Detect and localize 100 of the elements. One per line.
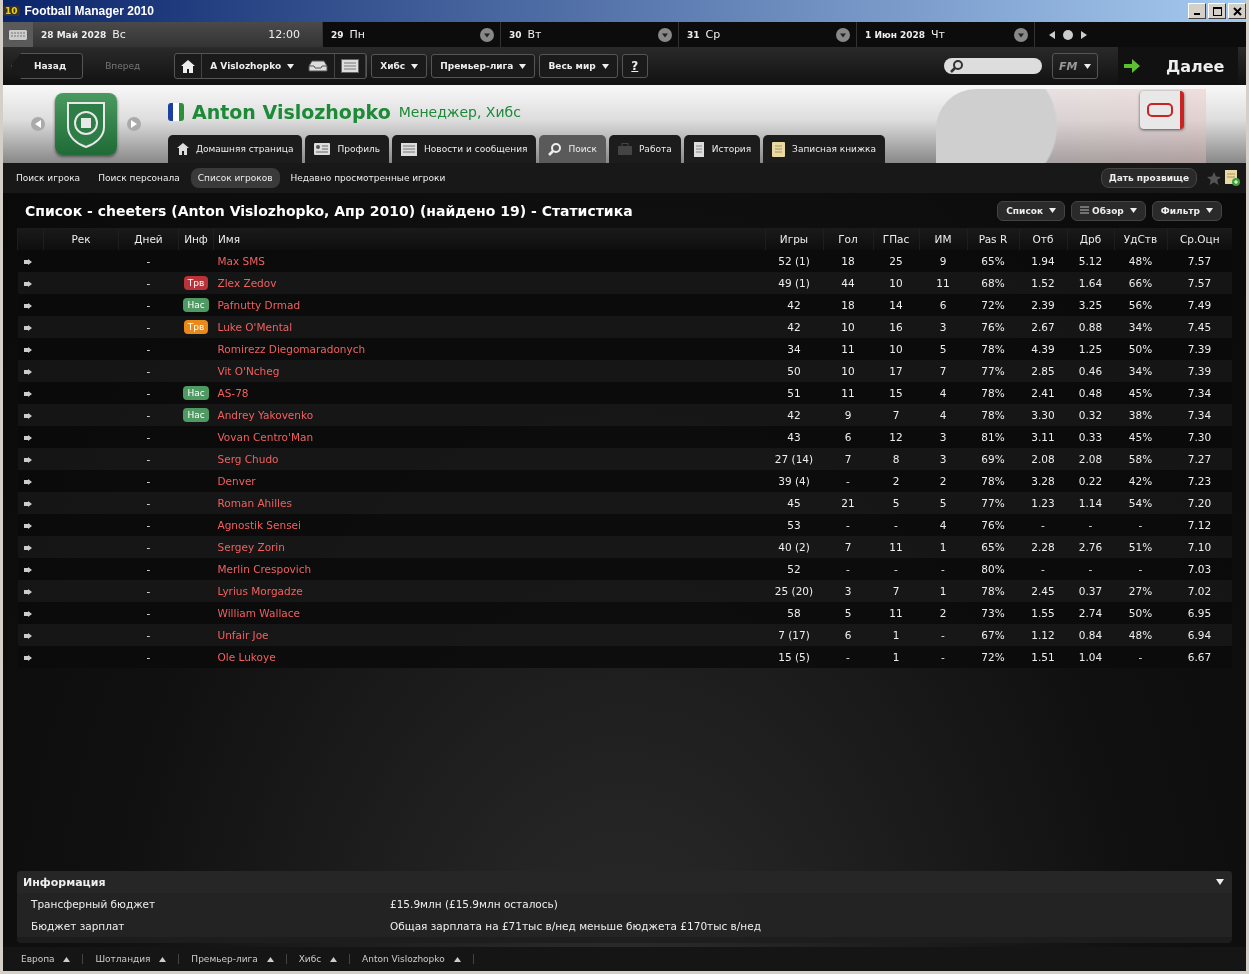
subtab[interactable]: Недавно просмотренные игроки	[283, 168, 453, 188]
player-name-link[interactable]: Romirezz Diegomaradonych	[217, 343, 366, 355]
table-cell: -	[118, 272, 179, 294]
dot-icon[interactable]	[1063, 29, 1073, 40]
row-arrow-icon[interactable]	[23, 611, 32, 617]
tab[interactable]: Поиск	[539, 135, 606, 163]
player-name-link[interactable]: AS-78	[217, 387, 249, 399]
player-name-link[interactable]: Vovan Centro'Man	[217, 431, 314, 443]
column-header[interactable]: Имя	[213, 228, 765, 250]
breadcrumb-link[interactable]: Хибс	[286, 954, 351, 964]
back-button[interactable]: Назад	[11, 53, 84, 79]
row-arrow-icon[interactable]	[23, 567, 32, 573]
row-arrow-icon[interactable]	[23, 259, 32, 265]
column-header[interactable]: Гол	[823, 228, 873, 250]
previous-arrow-icon[interactable]	[1049, 30, 1055, 39]
row-arrow-icon[interactable]	[23, 589, 32, 595]
column-header[interactable]: Дрб	[1067, 228, 1114, 250]
column-header[interactable]: ИМ	[919, 228, 967, 250]
row-arrow-icon[interactable]	[23, 523, 32, 529]
player-name-link[interactable]: Lyrius Morgadze	[217, 585, 303, 597]
breadcrumb-link[interactable]: Anton Vislozhopko	[350, 954, 474, 964]
dropdown-icon[interactable]	[480, 27, 494, 42]
table-cell: -	[1114, 646, 1167, 668]
table-cell: 3.25	[1067, 294, 1114, 316]
view-menu-button[interactable]: Список	[997, 200, 1065, 221]
player-name-link[interactable]: Serg Chudo	[217, 453, 279, 465]
view-menu-button[interactable]: Фильтр	[1151, 200, 1222, 221]
row-arrow-icon[interactable]	[23, 391, 32, 397]
column-header[interactable]: Инф	[178, 228, 214, 250]
tab[interactable]: Работа	[608, 135, 681, 163]
column-header[interactable]: Игры	[765, 228, 823, 250]
table-cell: 0.32	[1067, 404, 1114, 426]
column-header[interactable]: Ср.Оцн	[1167, 228, 1232, 250]
subtab[interactable]: Список игроков	[190, 168, 280, 188]
player-name-link[interactable]: Agnostik Sensei	[217, 519, 301, 531]
tab[interactable]: Новости и сообщения	[392, 135, 537, 163]
fm-menu-button[interactable]: FM	[1052, 53, 1098, 79]
calendar-day[interactable]: 28 Май 2028 Вс 12:00	[33, 22, 323, 47]
tab[interactable]: История	[683, 135, 761, 163]
search-field[interactable]	[944, 58, 1042, 74]
dropdown-icon[interactable]	[1014, 27, 1028, 42]
player-name-link[interactable]: William Wallace	[217, 607, 300, 619]
help-button[interactable]: ?	[621, 54, 648, 78]
status-tag: Нас	[183, 298, 209, 312]
tab[interactable]: Домашняя страница	[168, 135, 303, 163]
column-header[interactable]: Отб	[1019, 228, 1067, 250]
next-arrow-icon[interactable]	[1081, 30, 1087, 39]
subtab[interactable]: Поиск игрока	[9, 168, 88, 188]
player-name-link[interactable]: Ole Lukoye	[217, 651, 276, 663]
tab[interactable]: Записная книжка	[763, 135, 885, 163]
player-name-link[interactable]: Zlex Zedov	[217, 277, 277, 289]
player-name-link[interactable]: Max SMS	[217, 255, 265, 267]
row-arrow-icon[interactable]	[23, 435, 32, 441]
nav-menu[interactable]: Хибс	[371, 54, 428, 78]
row-arrow-icon[interactable]	[23, 413, 32, 419]
breadcrumb-link[interactable]: Европа	[9, 954, 84, 964]
nav-menu[interactable]: Премьер-лига	[431, 54, 536, 78]
tab[interactable]: Профиль	[305, 135, 390, 163]
player-name-link[interactable]: Andrey Yakovenko	[217, 409, 314, 421]
nav-menu[interactable]: Весь мир	[539, 54, 618, 78]
player-name-link[interactable]: Merlin Crespovich	[217, 563, 312, 575]
view-menu-button[interactable]: Обзор	[1071, 200, 1146, 221]
player-name-link[interactable]: Roman Ahilles	[217, 497, 292, 509]
breadcrumb-link[interactable]: Шотландия	[83, 954, 180, 964]
column-header[interactable]: Pas R	[967, 228, 1019, 250]
minimize-button[interactable]	[1188, 3, 1206, 19]
collapse-icon[interactable]	[1216, 879, 1224, 885]
breadcrumb-link[interactable]: Премьер-лига	[179, 954, 287, 964]
row-arrow-icon[interactable]	[23, 457, 32, 463]
row-arrow-icon[interactable]	[23, 303, 32, 309]
star-icon[interactable]	[1207, 171, 1221, 185]
row-arrow-icon[interactable]	[23, 325, 32, 331]
close-button[interactable]	[1228, 3, 1246, 19]
player-name-link[interactable]: Vit O'Ncheg	[217, 365, 280, 377]
player-name-link[interactable]: Denver	[217, 475, 256, 487]
row-arrow-icon[interactable]	[23, 655, 32, 661]
subtab[interactable]: Поиск персонала	[91, 168, 187, 188]
table-cell: 7	[823, 448, 873, 470]
player-name-link[interactable]: Luke O'Mental	[217, 321, 293, 333]
add-note-icon[interactable]	[1225, 170, 1240, 186]
dropdown-icon[interactable]	[836, 27, 850, 42]
keyboard-icon[interactable]	[3, 22, 33, 47]
row-arrow-icon[interactable]	[23, 479, 32, 485]
row-arrow-icon[interactable]	[23, 633, 32, 639]
row-arrow-icon[interactable]	[23, 545, 32, 551]
nickname-button[interactable]: Дать прозвище	[1100, 168, 1197, 188]
row-arrow-icon[interactable]	[23, 501, 32, 507]
column-header[interactable]: Дней	[118, 228, 179, 250]
row-arrow-icon[interactable]	[23, 369, 32, 375]
row-arrow-icon[interactable]	[23, 281, 32, 287]
column-header[interactable]: Рек	[43, 228, 119, 250]
dropdown-icon[interactable]	[658, 27, 672, 42]
column-header[interactable]: ГПас	[873, 228, 919, 250]
player-name-link[interactable]: Sergey Zorin	[217, 541, 285, 553]
player-name-link[interactable]: Unfair Joe	[217, 629, 269, 641]
player-name-link[interactable]: Pafnutty Drmad	[217, 299, 301, 311]
row-arrow-icon[interactable]	[23, 347, 32, 353]
column-header[interactable]: УдСтв	[1114, 228, 1167, 250]
maximize-button[interactable]	[1208, 3, 1226, 19]
table-cell: 0.48	[1067, 382, 1114, 404]
